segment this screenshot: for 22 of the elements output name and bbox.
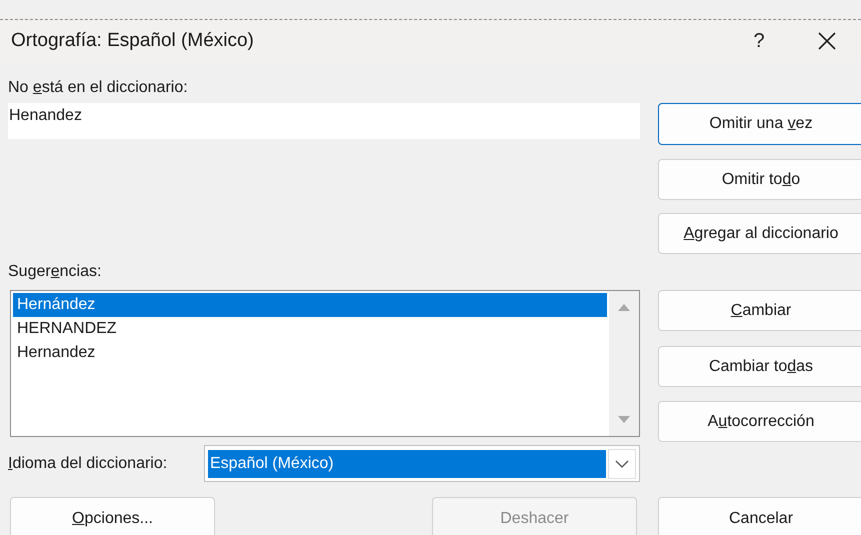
- dialog-button[interactable]: Autocorrección: [658, 401, 861, 442]
- dialog-button[interactable]: Cancelar: [658, 497, 861, 535]
- chevron-down-icon: [615, 460, 629, 468]
- field-label: No está en el diccionario:: [8, 78, 189, 98]
- suggestions-label: Sugerencias:: [8, 262, 102, 282]
- suggestion-item[interactable]: Hernández: [13, 293, 607, 317]
- window-title: Ortografía: Español (México): [10, 30, 255, 52]
- help-button[interactable]: ?: [739, 23, 779, 59]
- dialog-button[interactable]: Agregar al diccionario: [658, 213, 861, 254]
- close-icon: [818, 32, 836, 50]
- dialog-button[interactable]: Cambiar todas: [658, 346, 861, 387]
- suggestion-item[interactable]: Hernandez: [13, 341, 607, 365]
- dialog-button[interactable]: Omitir una vez: [658, 103, 861, 145]
- scroll-up-icon[interactable]: [618, 303, 630, 311]
- word-field[interactable]: Henandez: [8, 103, 640, 139]
- dialog-button[interactable]: Cambiar: [658, 290, 861, 331]
- language-label: Idioma del diccionario:: [8, 454, 168, 474]
- dialog-button[interactable]: Omitir todo: [658, 159, 861, 200]
- dialog-button[interactable]: Opciones...: [10, 497, 215, 535]
- language-dropdown[interactable]: Español (México): [204, 445, 640, 482]
- scroll-down-icon[interactable]: [618, 416, 630, 424]
- suggestion-item[interactable]: HERNANDEZ: [13, 317, 607, 341]
